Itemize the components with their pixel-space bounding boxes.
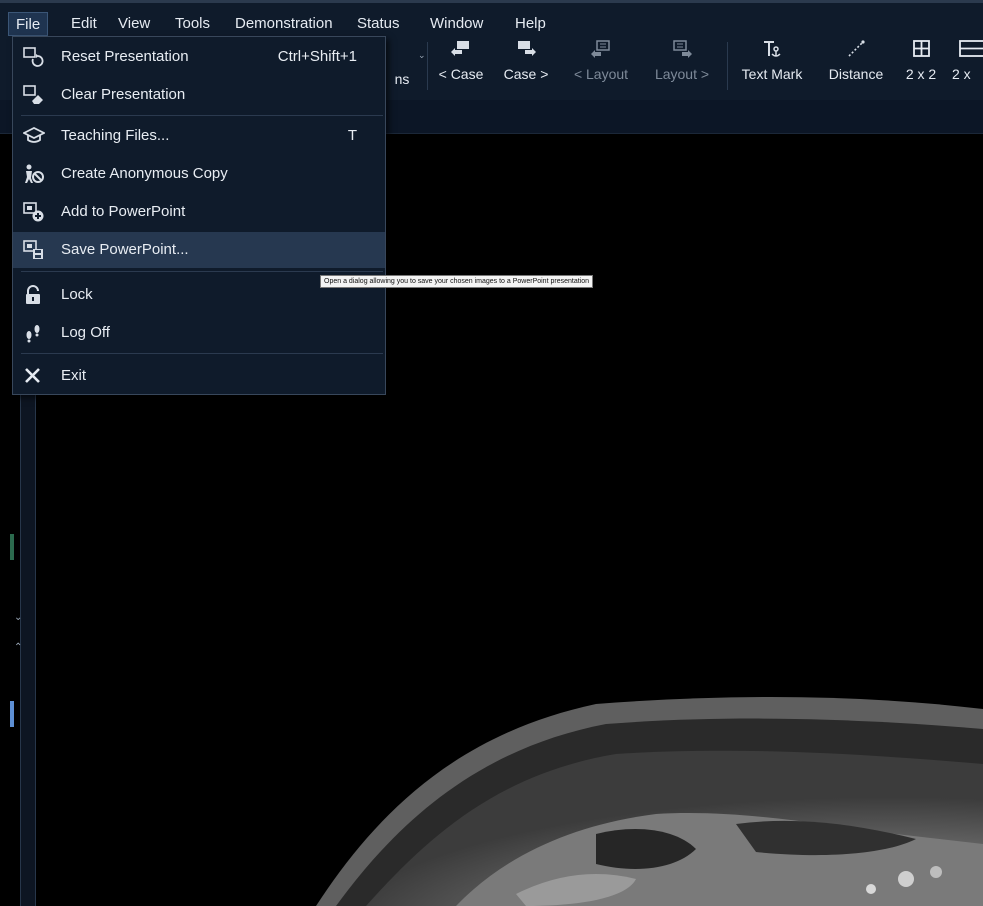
add-powerpoint-icon — [23, 202, 44, 222]
menu-window[interactable]: Window — [423, 12, 490, 36]
menu-item-add-to-powerpoint[interactable]: Add to PowerPoint — [13, 194, 385, 230]
menu-item-label: Log Off — [61, 324, 110, 341]
toolbar-separator — [727, 42, 728, 90]
text-mark-button[interactable]: Text Mark — [733, 36, 811, 100]
next-case-button[interactable]: Case > — [497, 36, 555, 100]
menu-file[interactable]: File — [8, 12, 49, 36]
menu-item-label: Create Anonymous Copy — [61, 165, 228, 182]
menu-item-create-anonymous-copy[interactable]: Create Anonymous Copy — [13, 156, 385, 192]
prev-case-label: < Case — [438, 66, 484, 82]
toolbar-partial-label: ns — [394, 71, 410, 87]
next-layout-button[interactable]: Layout > — [646, 36, 718, 100]
prev-layout-button[interactable]: < Layout — [566, 36, 636, 100]
anonymous-person-icon — [25, 164, 44, 183]
menu-bar: File Edit View Tools Demonstration Statu… — [0, 0, 983, 36]
series-indicator — [10, 534, 14, 560]
menu-item-log-off[interactable]: Log Off — [13, 315, 385, 351]
next-layout-label: Layout > — [654, 66, 710, 82]
menu-item-shortcut: T — [347, 127, 357, 144]
series-indicator-active[interactable] — [10, 701, 14, 727]
case-previous-icon — [451, 41, 469, 56]
menu-item-clear-presentation[interactable]: Clear Presentation — [13, 77, 385, 113]
clear-presentation-icon — [23, 85, 43, 104]
dropdown-arrow-icon: ⌄ — [418, 50, 426, 60]
menu-item-label: Exit — [61, 367, 87, 384]
prev-case-button[interactable]: < Case — [432, 36, 490, 100]
menu-item-teaching-files[interactable]: Teaching Files... T — [13, 118, 385, 154]
text-mark-label: Text Mark — [741, 66, 803, 82]
file-menu-dropdown: Reset Presentation Ctrl+Shift+1 Clear Pr… — [12, 36, 386, 395]
case-next-icon — [518, 41, 536, 56]
layout-previous-icon — [591, 40, 610, 58]
layout-2x1-label: 2 x — [952, 66, 971, 82]
graduation-cap-icon — [23, 126, 45, 143]
menu-demonstration[interactable]: Demonstration — [228, 12, 340, 36]
menu-view[interactable]: View — [111, 12, 157, 36]
toolbar-button-partial[interactable]: ns ⌄ — [384, 36, 426, 100]
menu-separator — [21, 353, 383, 354]
close-icon — [25, 368, 40, 383]
menu-item-exit[interactable]: Exit — [13, 358, 385, 394]
menu-item-reset-presentation[interactable]: Reset Presentation Ctrl+Shift+1 — [13, 39, 385, 75]
menu-status[interactable]: Status — [350, 12, 407, 36]
footsteps-icon — [26, 325, 40, 343]
menu-item-save-powerpoint[interactable]: Save PowerPoint... — [13, 232, 385, 268]
grid-2x1-icon — [959, 40, 983, 57]
menu-item-label: Clear Presentation — [61, 86, 186, 103]
distance-label: Distance — [828, 66, 884, 82]
menu-item-label: Lock — [61, 286, 93, 303]
lock-icon — [26, 285, 40, 304]
layout-next-icon — [673, 40, 692, 58]
menu-item-label: Add to PowerPoint — [61, 203, 186, 220]
menu-tools[interactable]: Tools — [168, 12, 217, 36]
menu-separator — [21, 115, 383, 116]
menu-separator — [21, 271, 383, 272]
tooltip: Open a dialog allowing you to save your … — [320, 275, 593, 288]
chevron-down-icon[interactable]: ⌄ — [14, 612, 22, 623]
menu-help[interactable]: Help — [508, 12, 553, 36]
menu-item-label: Teaching Files... — [61, 127, 170, 144]
menu-item-shortcut: Ctrl+Shift+1 — [277, 48, 357, 65]
grid-2x2-icon — [913, 40, 930, 57]
next-case-label: Case > — [503, 66, 549, 82]
menu-item-label: Save PowerPoint... — [61, 241, 189, 258]
chevron-up-icon[interactable]: ⌃ — [14, 642, 22, 653]
prev-layout-label: < Layout — [573, 66, 629, 82]
layout-2x2-button[interactable]: 2 x 2 — [898, 36, 944, 100]
toolbar-separator — [427, 42, 428, 90]
menu-edit[interactable]: Edit — [64, 12, 104, 36]
menu-item-label: Reset Presentation — [61, 48, 189, 65]
distance-icon — [848, 40, 865, 57]
text-mark-icon — [764, 41, 781, 57]
distance-button[interactable]: Distance — [820, 36, 892, 100]
save-powerpoint-icon — [23, 240, 43, 259]
layout-2x1-button[interactable]: 2 x — [950, 36, 983, 100]
reset-presentation-icon — [23, 47, 44, 67]
layout-2x2-label: 2 x 2 — [905, 66, 937, 82]
title-strip — [0, 0, 983, 3]
